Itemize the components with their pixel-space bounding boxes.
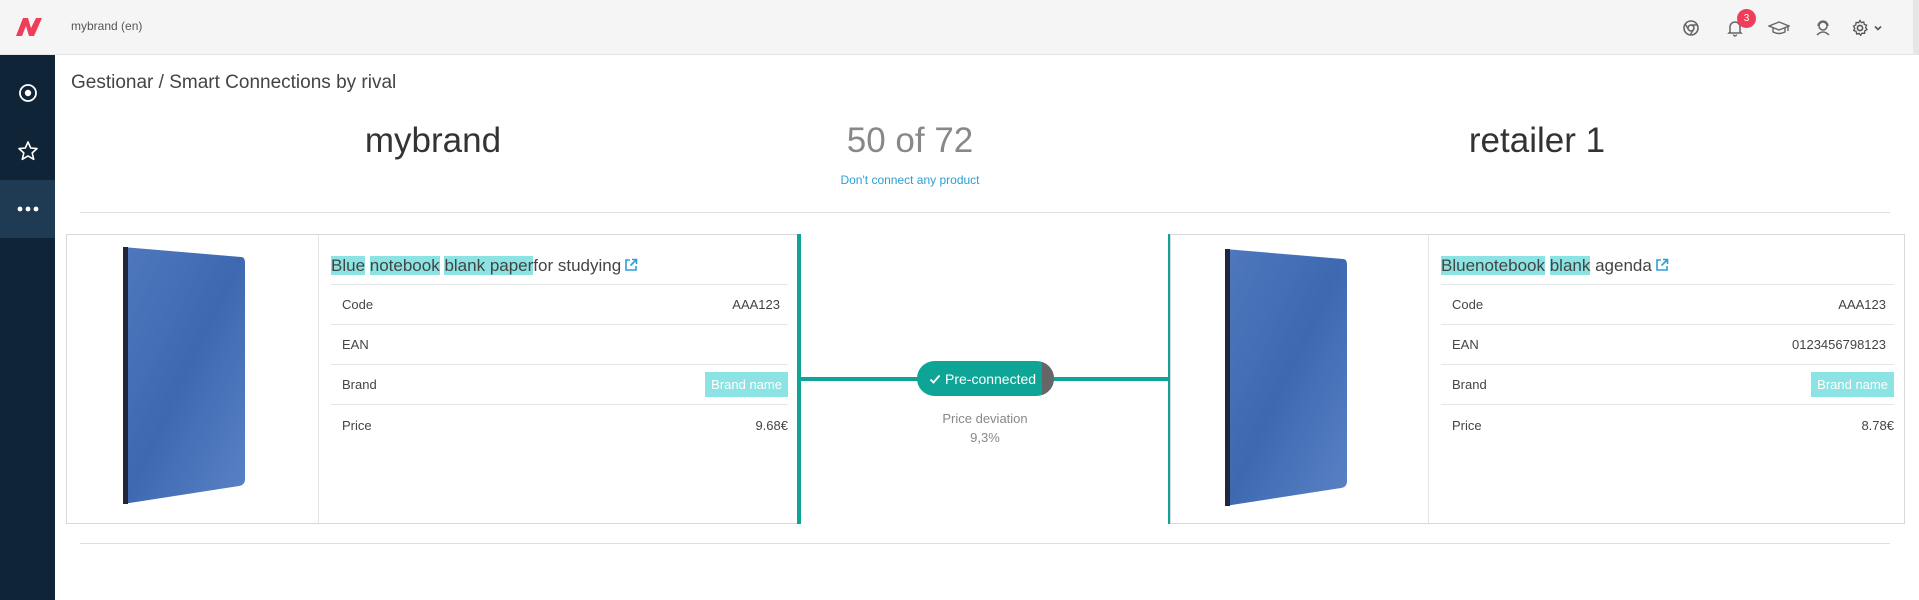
brand-badge: Brand name [1811, 372, 1894, 397]
row-value: AAA123 [732, 297, 780, 312]
row-label: Brand [1452, 377, 1487, 392]
brand-badge: Brand name [705, 372, 788, 397]
code-row: Code AAA123 [1441, 285, 1894, 325]
chrome-icon[interactable] [1669, 14, 1713, 42]
status-toggle[interactable] [1042, 361, 1054, 396]
settings-menu[interactable] [1845, 14, 1889, 42]
sidebar-item-dashboard[interactable] [0, 64, 55, 122]
title-highlight: Blue [331, 256, 366, 275]
target-icon [18, 84, 37, 102]
product-image [1171, 235, 1429, 523]
title-text [1545, 256, 1550, 275]
more-dots-icon [17, 206, 38, 212]
pre-connected-status[interactable]: Pre-connected [917, 361, 1054, 396]
ean-row: EAN [331, 325, 788, 365]
divider [80, 543, 1890, 544]
left-brand-name: mybrand [364, 121, 502, 160]
page-title: Gestionar / Smart Connections by rival [71, 72, 397, 93]
external-link-icon[interactable] [1655, 258, 1669, 272]
title-text: for studying [533, 256, 622, 275]
product-details: Bluenotebook blank agenda Code AAA123 EAN… [1441, 235, 1894, 445]
title-text: agenda [1590, 256, 1652, 275]
brand-row: Brand Brand name [1441, 365, 1894, 405]
sidebar-item-more[interactable] [0, 180, 55, 238]
price-row: Price 8.78€ [1441, 405, 1894, 445]
row-value: AAA123 [1838, 297, 1886, 312]
right-product-card: Bluenotebook blank agenda Code AAA123 EAN… [1170, 234, 1905, 524]
row-label: EAN [342, 337, 369, 352]
row-label: Price [342, 417, 372, 433]
title-highlight: notebook [369, 256, 440, 275]
connector-line-right [1052, 377, 1168, 381]
price-deviation: Price deviation 9,3% [885, 409, 1085, 447]
connection-count: 50 of 72 [846, 121, 974, 160]
status-label: Pre-connected [945, 370, 1037, 387]
product-image [67, 235, 319, 523]
support-agent-icon[interactable] [1801, 14, 1845, 42]
dont-connect-link[interactable]: Don't connect any product [785, 173, 1035, 187]
row-label: Brand [342, 377, 377, 392]
ean-row: EAN 0123456798123 [1441, 325, 1894, 365]
main-content: Gestionar / Smart Connections by rival m… [55, 55, 1919, 600]
title-highlight: blank paper [444, 256, 534, 275]
product-title: Bluenotebook blank agenda [1441, 255, 1894, 285]
connector-line-left [801, 377, 919, 381]
product-details: Blue notebook blank paperfor studying Co… [331, 235, 788, 445]
divider [80, 212, 1890, 213]
right-retailer-name: retailer 1 [1468, 121, 1606, 160]
title-highlight: Bluenotebook [1441, 256, 1545, 275]
row-label: Code [1452, 297, 1484, 312]
deviation-label: Price deviation [942, 411, 1028, 426]
sidebar [0, 55, 55, 600]
top-bar: mybrand (en) 3 [0, 0, 1919, 55]
row-label: EAN [1452, 337, 1479, 352]
row-value: 0123456798123 [1792, 337, 1886, 352]
chevron-down-icon [1874, 25, 1882, 31]
check-icon [929, 374, 941, 384]
left-product-card: Blue notebook blank paperfor studying Co… [66, 234, 799, 524]
deviation-value: 9,3% [970, 430, 1000, 445]
top-icons: 3 [1669, 9, 1889, 42]
row-value: 8.78€ [1861, 417, 1894, 433]
code-row: Code AAA123 [331, 285, 788, 325]
app-logo[interactable] [14, 14, 44, 40]
graduation-cap-icon[interactable] [1757, 14, 1801, 42]
product-title: Blue notebook blank paperfor studying [331, 255, 788, 285]
row-value: 9.68€ [755, 417, 788, 433]
brand-row: Brand Brand name [331, 365, 788, 405]
external-link-icon[interactable] [624, 258, 638, 272]
notebook-image [1225, 249, 1347, 506]
notifications-button[interactable]: 3 [1713, 9, 1757, 42]
row-label: Price [1452, 417, 1482, 433]
brand-selector[interactable]: mybrand (en) [71, 19, 142, 33]
scrollbar[interactable] [1913, 0, 1919, 55]
sidebar-item-favorites[interactable] [0, 122, 55, 180]
price-row: Price 9.68€ [331, 405, 788, 445]
star-icon [17, 141, 38, 161]
row-label: Code [342, 297, 374, 312]
title-highlight: blank [1549, 256, 1591, 275]
gear-icon [1852, 19, 1868, 37]
notifications-badge: 3 [1737, 9, 1756, 28]
notebook-image [123, 247, 245, 504]
